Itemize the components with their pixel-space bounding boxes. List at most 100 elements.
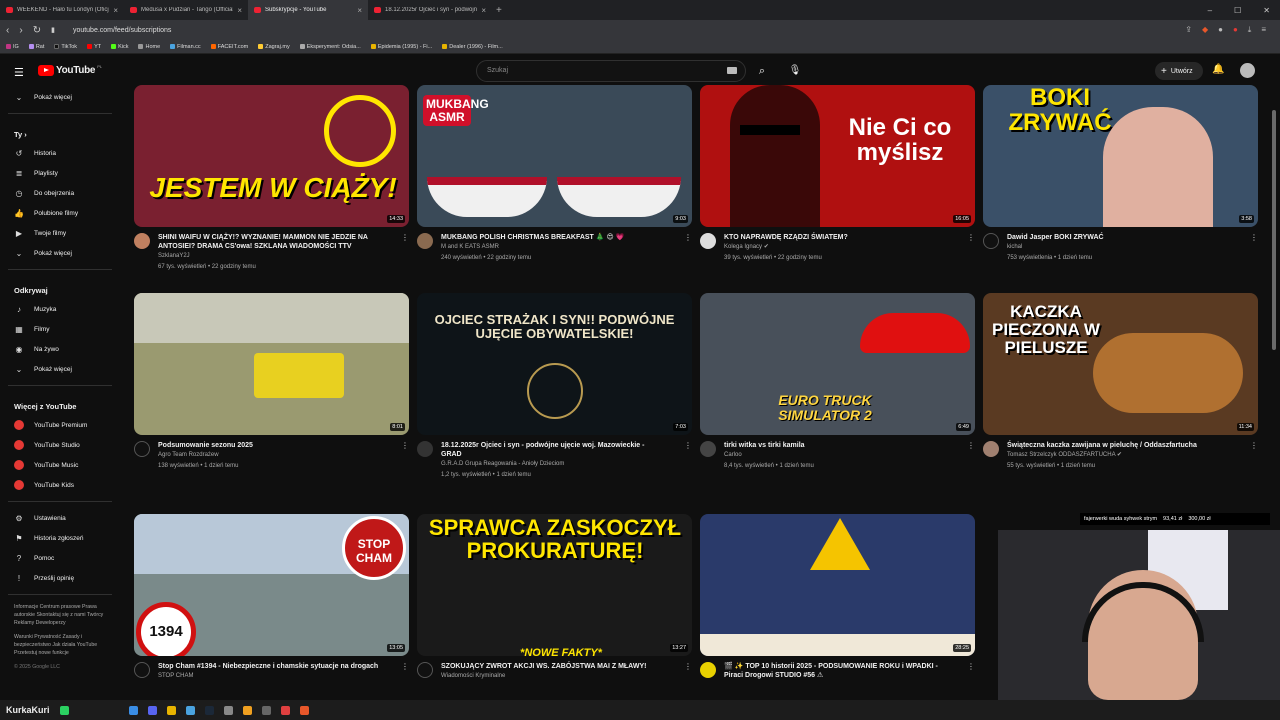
- channel-name[interactable]: Agro Team Rozdrażew: [158, 450, 383, 461]
- app-icon[interactable]: [128, 705, 138, 715]
- video-title[interactable]: tirki witka vs tirki kamila: [724, 441, 949, 450]
- more-options-icon[interactable]: ⋮: [967, 441, 975, 472]
- sidebar-item-studio[interactable]: YouTube Studio: [0, 435, 120, 455]
- video-card[interactable]: BOKI ZRYWAĆ 3:58 Dawid Jasper BOKI ZRYWA…: [983, 85, 1258, 264]
- video-thumbnail[interactable]: Nie Ci co myślisz 16:05: [700, 85, 975, 227]
- bookmark-icon[interactable]: ▮: [51, 26, 55, 34]
- close-window-icon[interactable]: ✕: [1263, 6, 1270, 15]
- channel-avatar[interactable]: [134, 662, 150, 678]
- video-thumbnail[interactable]: OJCIEC STRAŻAK I SYN!! PODWÓJNE UJĘCIE O…: [417, 293, 692, 435]
- more-options-icon[interactable]: ⋮: [401, 662, 409, 682]
- search-icon[interactable]: ⌕: [748, 60, 776, 82]
- bookmark-item[interactable]: Home: [138, 44, 160, 50]
- video-thumbnail[interactable]: 8:01: [134, 293, 409, 435]
- app-icon[interactable]: [280, 705, 290, 715]
- sidebar-item-settings[interactable]: ⚙ Ustawienia: [0, 508, 120, 528]
- video-card[interactable]: OJCIEC STRAŻAK I SYN!! PODWÓJNE UJĘCIE O…: [417, 293, 692, 481]
- bookmark-item[interactable]: Rat: [28, 44, 44, 50]
- extension-icon[interactable]: ●: [1218, 25, 1223, 35]
- video-thumbnail[interactable]: EURO TRUCK SIMULATOR 2 6:49: [700, 293, 975, 435]
- url-field[interactable]: youtube.com/feed/subscriptions: [73, 27, 1175, 34]
- video-card[interactable]: Nie Ci co myślisz 16:05 KTO NAPRAWDĘ RZĄ…: [700, 85, 975, 264]
- video-title[interactable]: MUKBANG POLISH CHRISTMAS BREAKFAST 🎄 😍 💗: [441, 233, 666, 242]
- sidebar-item-playlists[interactable]: ≣ Playlisty: [0, 163, 120, 183]
- close-tab-icon[interactable]: ×: [481, 6, 486, 15]
- footer-links[interactable]: Informacje Centrum prasowe Prawa autorsk…: [0, 601, 110, 627]
- channel-name[interactable]: G.R.A.D Grupa Reagowania - Anioły Dzieci…: [441, 459, 666, 470]
- bookmark-item[interactable]: Zagraj.my: [258, 44, 290, 50]
- bookmark-item[interactable]: Dealer (1996) - Film...: [442, 44, 503, 50]
- video-card[interactable]: SPRAWCA ZASKOCZYŁ PROKURATURĘ! *NOWE FAK…: [417, 514, 692, 682]
- channel-avatar[interactable]: [417, 662, 433, 678]
- bookmark-item[interactable]: Epidemia (1995) - Fi...: [370, 44, 432, 50]
- channel-avatar[interactable]: [700, 662, 716, 678]
- video-title[interactable]: 🎬 ✨ TOP 10 historii 2025 - PODSUMOWANIE …: [724, 662, 949, 680]
- video-thumbnail[interactable]: JESTEM W CIĄŻY! 14:33: [134, 85, 409, 227]
- video-card[interactable]: 8:01 Podsumowanie sezonu 2025 Agro Team R…: [134, 293, 409, 472]
- download-icon[interactable]: ⤓: [1248, 25, 1252, 35]
- app-icon[interactable]: [185, 705, 195, 715]
- microphone-icon[interactable]: 🎙: [786, 60, 804, 82]
- bookmark-item[interactable]: TikTok: [54, 44, 77, 50]
- sidebar-item-music[interactable]: ♪ Muzyka: [0, 299, 120, 319]
- video-title[interactable]: Dawid Jasper BOKI ZRYWAĆ: [1007, 233, 1232, 242]
- bookmark-item[interactable]: Kick: [111, 44, 128, 50]
- sidebar-item-feedback[interactable]: ! Prześlij opinię: [0, 568, 120, 588]
- video-card[interactable]: JESTEM W CIĄŻY! 14:33 SHINI WAIFU W CIĄŻ…: [134, 85, 409, 273]
- browser-tab[interactable]: 18.12.2025r Ojciec i syn - podwójne ×: [368, 0, 492, 20]
- menu-icon[interactable]: ≡: [1261, 25, 1266, 35]
- more-options-icon[interactable]: ⋮: [684, 441, 692, 481]
- minimize-icon[interactable]: –: [1208, 6, 1212, 15]
- sidebar-item-your-videos[interactable]: ▶ Twoje filmy: [0, 223, 120, 243]
- more-options-icon[interactable]: ⋮: [967, 233, 975, 264]
- maximize-icon[interactable]: ☐: [1234, 6, 1241, 15]
- more-options-icon[interactable]: ⋮: [684, 233, 692, 264]
- sidebar-item-kids[interactable]: YouTube Kids: [0, 475, 120, 495]
- sidebar-item-movies[interactable]: ▦ Filmy: [0, 319, 120, 339]
- browser-tab[interactable]: WEEKEND - Hało tu Londyn (Oficjaln ×: [0, 0, 124, 20]
- create-button[interactable]: + Utwórz: [1155, 62, 1203, 80]
- channel-avatar[interactable]: [700, 233, 716, 249]
- channel-name[interactable]: kichal: [1007, 242, 1232, 253]
- channel-name[interactable]: Carloo: [724, 450, 949, 461]
- video-title[interactable]: Świąteczna kaczka zawijana w pieluchę / …: [1007, 441, 1232, 450]
- channel-avatar[interactable]: [983, 441, 999, 457]
- close-tab-icon[interactable]: ×: [237, 6, 242, 15]
- sidebar-item-history[interactable]: ↺ Historia: [0, 143, 120, 163]
- app-icon[interactable]: [261, 705, 271, 715]
- sidebar-item-premium[interactable]: YouTube Premium: [0, 415, 120, 435]
- channel-avatar[interactable]: [134, 233, 150, 249]
- video-thumbnail[interactable]: KACZKA PIECZONA W PIELUSZE 11:34: [983, 293, 1258, 435]
- channel-name[interactable]: Tomasz Strzelczyk ODDASZFARTUCHA ✔: [1007, 450, 1232, 461]
- app-icon[interactable]: [166, 705, 176, 715]
- sidebar-item-watch-later[interactable]: ◷ Do obejrzenia: [0, 183, 120, 203]
- keyboard-icon[interactable]: [727, 67, 737, 74]
- sidebar-item-show-more[interactable]: ⌄ Pokaż więcej: [0, 243, 120, 263]
- sidebar-item-liked[interactable]: 👍 Polubione filmy: [0, 203, 120, 223]
- video-thumbnail[interactable]: STOP CHAM 1394 13:05: [134, 514, 409, 656]
- video-thumbnail[interactable]: MUKBANG ASMR 9:03: [417, 85, 692, 227]
- app-icon[interactable]: [204, 705, 214, 715]
- more-options-icon[interactable]: ⋮: [401, 233, 409, 273]
- footer-links[interactable]: Warunki Prywatność Zasady i bezpieczeńst…: [0, 631, 110, 657]
- channel-name[interactable]: SzklanaY2J: [158, 251, 383, 262]
- avatar[interactable]: [1240, 63, 1255, 78]
- bookmark-item[interactable]: YT: [87, 44, 101, 50]
- back-icon[interactable]: ‹: [6, 25, 9, 36]
- channel-avatar[interactable]: [983, 233, 999, 249]
- video-thumbnail[interactable]: 28:25: [700, 514, 975, 656]
- sidebar-item-show-more[interactable]: ⌄ Pokaż więcej: [0, 359, 120, 379]
- notifications-icon[interactable]: 🔔: [1212, 64, 1224, 75]
- app-icon[interactable]: [299, 705, 309, 715]
- more-options-icon[interactable]: ⋮: [967, 662, 975, 680]
- video-title[interactable]: SHINI WAIFU W CIĄŻY!? WYZNANIE! MAMMON N…: [158, 233, 383, 251]
- video-card[interactable]: KACZKA PIECZONA W PIELUSZE 11:34 Świątec…: [983, 293, 1258, 472]
- sidebar-item-report-history[interactable]: ⚑ Historia zgłoszeń: [0, 528, 120, 548]
- channel-avatar[interactable]: [134, 441, 150, 457]
- browser-tab-active[interactable]: Subskrypcje - YouTube ×: [248, 0, 368, 20]
- app-icon[interactable]: [242, 705, 252, 715]
- forward-icon[interactable]: ›: [19, 25, 22, 36]
- sidebar-item-show-more[interactable]: ⌄ Pokaż więcej: [0, 87, 120, 107]
- video-title[interactable]: SZOKUJĄCY ZWROT AKCJI WS. ZABÓJSTWA MAI …: [441, 662, 666, 671]
- bookmark-item[interactable]: Filman.cc: [170, 44, 201, 50]
